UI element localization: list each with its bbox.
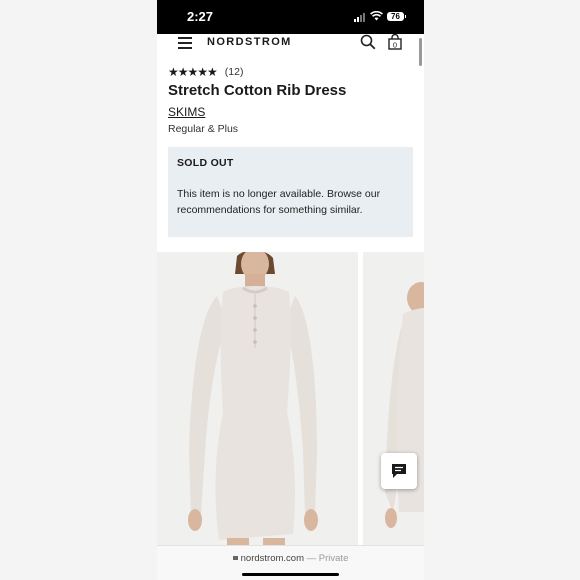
product-image-gallery[interactable] bbox=[157, 252, 424, 545]
private-mode-label: — Private bbox=[306, 553, 349, 564]
review-count: (12) bbox=[224, 66, 244, 78]
product-brand-link[interactable]: SKIMS bbox=[168, 105, 205, 119]
url-domain: nordstrom.com bbox=[240, 553, 304, 564]
scrollbar[interactable] bbox=[419, 38, 422, 66]
sold-out-notice: SOLD OUT This item is no longer availabl… bbox=[168, 147, 413, 237]
sold-out-label: SOLD OUT bbox=[177, 157, 234, 169]
sold-out-message: This item is no longer available. Browse… bbox=[177, 188, 381, 216]
browser-address-bar[interactable]: nordstrom.com — Private bbox=[157, 545, 424, 580]
bag-count: 0 bbox=[393, 41, 397, 50]
star-rating-icon: ★★★★★ bbox=[168, 65, 218, 79]
lock-icon bbox=[232, 556, 238, 560]
product-image-secondary[interactable] bbox=[363, 252, 424, 545]
chat-button[interactable] bbox=[381, 453, 417, 489]
wifi-icon bbox=[370, 11, 383, 21]
home-indicator[interactable] bbox=[242, 573, 339, 576]
background-left bbox=[0, 0, 157, 580]
background-right bbox=[424, 0, 580, 580]
brand-logo[interactable]: NORDSTROM bbox=[207, 36, 292, 48]
menu-icon[interactable] bbox=[178, 37, 192, 49]
status-time: 2:27 bbox=[187, 9, 214, 24]
signal-icon bbox=[354, 13, 365, 22]
battery-indicator: 76 bbox=[387, 12, 406, 21]
search-icon[interactable] bbox=[360, 34, 376, 50]
product-title: Stretch Cotton Rib Dress bbox=[168, 82, 347, 99]
product-rating[interactable]: ★★★★★ (12) bbox=[168, 65, 243, 79]
phone-screen: 2:27 76 NORDSTROM 0 ★★★★★ (12) Stretch C… bbox=[157, 0, 424, 580]
status-bar: 2:27 76 bbox=[157, 0, 424, 34]
shopping-bag-icon[interactable]: 0 bbox=[388, 33, 402, 50]
site-header: NORDSTROM 0 bbox=[157, 33, 424, 56]
chat-icon bbox=[392, 464, 406, 478]
url-display[interactable]: nordstrom.com — Private bbox=[157, 553, 424, 564]
product-sizes: Regular & Plus bbox=[168, 123, 239, 135]
product-image-main[interactable] bbox=[157, 252, 358, 545]
